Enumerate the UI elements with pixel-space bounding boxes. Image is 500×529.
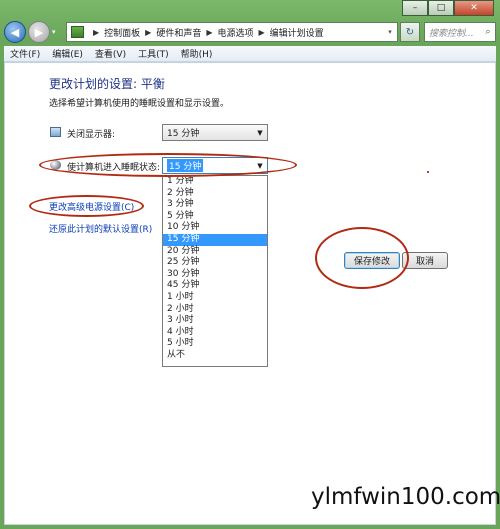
back-button[interactable]: ◀: [4, 21, 26, 43]
menu-view[interactable]: 查看(V): [95, 47, 126, 60]
breadcrumb-separator[interactable]: ▶: [206, 28, 212, 37]
dropdown-option[interactable]: 从不: [163, 350, 267, 362]
maximize-button[interactable]: □: [428, 0, 454, 16]
page-title: 更改计划的设置: 平衡: [49, 77, 165, 91]
dropdown-option[interactable]: 1 小时: [163, 292, 267, 304]
sleep-select[interactable]: 15 分钟 ▼: [162, 157, 268, 174]
search-placeholder: 搜索控制...: [429, 28, 474, 39]
save-button[interactable]: 保存修改: [344, 252, 400, 269]
content-pane: 更改计划的设置: 平衡 选择希望计算机使用的睡眠设置和显示设置。 关闭显示器: …: [4, 62, 496, 525]
sleep-value: 15 分钟: [167, 159, 204, 172]
dropdown-option[interactable]: 2 小时: [163, 304, 267, 316]
close-button[interactable]: ✕: [454, 0, 494, 16]
breadcrumb-item[interactable]: 控制面板: [104, 26, 140, 39]
sleep-label: 使计算机进入睡眠状态:: [67, 163, 161, 173]
dropdown-option[interactable]: 10 分钟: [163, 222, 267, 234]
minimize-button[interactable]: –: [402, 0, 428, 16]
dropdown-option[interactable]: 3 分钟: [163, 199, 267, 211]
menu-tools[interactable]: 工具(T): [138, 47, 169, 60]
dropdown-option[interactable]: 1 分钟: [163, 176, 267, 188]
dropdown-option[interactable]: 45 分钟: [163, 280, 267, 292]
menu-bar: 文件(F) 编辑(E) 查看(V) 工具(T) 帮助(H): [4, 46, 496, 62]
dropdown-option[interactable]: 4 小时: [163, 327, 267, 339]
search-icon[interactable]: ⌕: [481, 27, 495, 37]
window-controls: – □ ✕: [402, 0, 494, 16]
dropdown-option[interactable]: 5 小时: [163, 338, 267, 350]
cancel-button[interactable]: 取消: [402, 252, 448, 269]
breadcrumb-item[interactable]: 硬件和声音: [156, 26, 201, 39]
dropdown-option[interactable]: 3 小时: [163, 315, 267, 327]
dropdown-option[interactable]: 2 分钟: [163, 188, 267, 200]
control-panel-icon: [71, 26, 84, 38]
search-input[interactable]: 搜索控制... ⌕: [424, 22, 496, 42]
watermark: ylmfwin100.com: [311, 484, 500, 510]
breadcrumb-item[interactable]: 电源选项: [218, 26, 254, 39]
dropdown-option[interactable]: 15 分钟: [163, 233, 267, 246]
moon-icon: [50, 160, 61, 170]
display-off-value: 15 分钟: [167, 129, 200, 139]
display-off-select[interactable]: 15 分钟 ▼: [162, 124, 268, 141]
annotation-dot: [427, 171, 429, 173]
address-row: ◀ ▶ ▾ ▶ 控制面板 ▶ 硬件和声音 ▶ 电源选项 ▶ 编辑计划设置 ▾ ↻…: [4, 20, 496, 44]
breadcrumb-separator[interactable]: ▶: [259, 28, 265, 37]
advanced-settings-link[interactable]: 更改高级电源设置(C): [49, 200, 134, 213]
breadcrumb-separator[interactable]: ▶: [93, 28, 99, 37]
breadcrumb-item[interactable]: 编辑计划设置: [270, 26, 324, 39]
page-subtitle: 选择希望计算机使用的睡眠设置和显示设置。: [49, 99, 230, 109]
window: – □ ✕ ◀ ▶ ▾ ▶ 控制面板 ▶ 硬件和声音 ▶ 电源选项 ▶ 编辑计划…: [0, 0, 500, 529]
dropdown-option[interactable]: 30 分钟: [163, 269, 267, 281]
dropdown-option[interactable]: 5 分钟: [163, 211, 267, 223]
sleep-dropdown-list[interactable]: 1 分钟 2 分钟 3 分钟 5 分钟 10 分钟 15 分钟 20 分钟 25 分钟 30 分…: [162, 175, 268, 367]
dropdown-option[interactable]: 25 分钟: [163, 257, 267, 269]
refresh-button[interactable]: ↻: [400, 22, 420, 42]
monitor-icon: [50, 127, 61, 137]
forward-button[interactable]: ▶: [28, 21, 50, 43]
menu-help[interactable]: 帮助(H): [181, 47, 213, 60]
address-bar[interactable]: ▶ 控制面板 ▶ 硬件和声音 ▶ 电源选项 ▶ 编辑计划设置 ▾: [66, 22, 398, 42]
restore-defaults-link[interactable]: 还原此计划的默认设置(R): [49, 222, 152, 235]
display-off-label: 关闭显示器:: [67, 130, 116, 140]
recent-pages-dropdown[interactable]: ▾: [52, 28, 62, 36]
menu-edit[interactable]: 编辑(E): [52, 47, 83, 60]
chevron-down-icon: ▼: [257, 161, 263, 170]
breadcrumb-separator[interactable]: ▶: [145, 28, 151, 37]
dropdown-option[interactable]: 20 分钟: [163, 246, 267, 258]
menu-file[interactable]: 文件(F): [10, 47, 40, 60]
chevron-down-icon: ▼: [257, 128, 263, 137]
address-dropdown[interactable]: ▾: [383, 23, 397, 41]
